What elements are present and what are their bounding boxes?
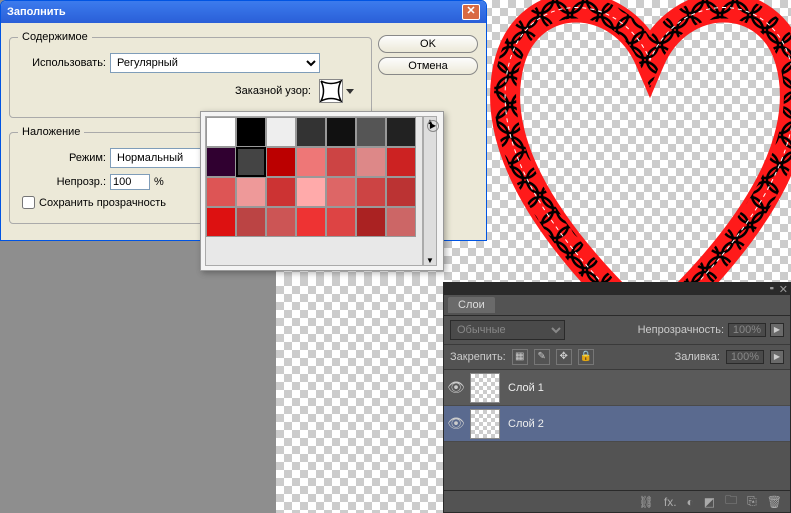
pattern-swatch[interactable] xyxy=(296,177,326,207)
ok-button[interactable]: OK xyxy=(378,35,478,53)
visibility-eye-icon[interactable]: 👁 xyxy=(444,415,468,432)
trash-icon[interactable]: 🗑 xyxy=(767,495,782,509)
folder-icon[interactable]: 🗀 xyxy=(725,491,737,512)
layer-thumbnail[interactable] xyxy=(470,409,500,439)
dialog-titlebar[interactable]: Заполнить ✕ xyxy=(1,1,486,23)
layer-name[interactable]: Слой 1 xyxy=(502,382,544,394)
layer-thumbnail[interactable] xyxy=(470,373,500,403)
mode-label: Режим: xyxy=(18,152,106,164)
layer-name[interactable]: Слой 2 xyxy=(502,418,544,430)
flyout-menu-icon[interactable]: ▶ xyxy=(427,120,439,132)
layer-row[interactable]: 👁 Слой 2 xyxy=(444,406,790,442)
opacity-flyout-icon[interactable]: ▶ xyxy=(770,323,784,337)
pattern-swatch[interactable] xyxy=(236,117,266,147)
pattern-swatch[interactable] xyxy=(266,207,296,237)
visibility-eye-icon[interactable]: 👁 xyxy=(444,379,468,396)
use-select[interactable]: Регулярный xyxy=(110,53,320,73)
pattern-picker-panel: ▶ xyxy=(200,111,444,271)
pattern-swatch[interactable] xyxy=(386,117,416,147)
opacity-input[interactable] xyxy=(110,174,150,190)
content-fieldset: Содержимое Использовать: Регулярный Зака… xyxy=(9,31,372,118)
fill-value[interactable]: 100% xyxy=(726,350,764,364)
fill-label: Заливка: xyxy=(675,351,720,363)
pattern-swatch[interactable] xyxy=(326,147,356,177)
pattern-swatch[interactable] xyxy=(386,177,416,207)
panel-close-icon[interactable]: ✕ xyxy=(779,283,788,296)
lock-paint-icon[interactable]: ✎ xyxy=(534,349,550,365)
pattern-swatch-button[interactable] xyxy=(319,79,343,103)
pattern-swatch[interactable] xyxy=(236,177,266,207)
adjustment-icon[interactable]: ◩ xyxy=(704,495,715,509)
layer-row[interactable]: 👁 Слой 1 xyxy=(444,370,790,406)
custom-pattern-label: Заказной узор: xyxy=(223,85,311,97)
pattern-swatch[interactable] xyxy=(356,207,386,237)
pattern-swatch[interactable] xyxy=(206,147,236,177)
opacity-unit: % xyxy=(154,176,164,188)
pattern-scrollbar[interactable] xyxy=(423,116,437,266)
blend-mode-select[interactable]: Обычные xyxy=(450,320,565,340)
pattern-swatch[interactable] xyxy=(326,177,356,207)
pattern-swatch[interactable] xyxy=(236,147,266,177)
overlay-legend: Наложение xyxy=(18,126,84,138)
panel-topbar[interactable]: ▪▪ ✕ xyxy=(444,283,790,295)
pattern-swatch[interactable] xyxy=(236,207,266,237)
layers-panel: ▪▪ ✕ Слои Обычные Непрозрачность: 100% ▶… xyxy=(443,282,791,513)
pattern-swatch[interactable] xyxy=(266,177,296,207)
pattern-swatch[interactable] xyxy=(356,117,386,147)
pattern-swatch[interactable] xyxy=(356,147,386,177)
layer-opacity-label: Непрозрачность: xyxy=(638,324,724,336)
panel-menu-icon[interactable]: ▪▪ xyxy=(770,283,772,293)
link-layers-icon[interactable]: ⛓ xyxy=(639,495,654,509)
pattern-swatch[interactable] xyxy=(356,177,386,207)
pattern-swatch[interactable] xyxy=(296,207,326,237)
pattern-swatch[interactable] xyxy=(266,117,296,147)
close-icon[interactable]: ✕ xyxy=(462,4,480,20)
fill-flyout-icon[interactable]: ▶ xyxy=(770,350,784,364)
preserve-label: Сохранить прозрачность xyxy=(39,197,166,209)
lock-transparency-icon[interactable]: ▦ xyxy=(512,349,528,365)
pattern-swatch[interactable] xyxy=(206,117,236,147)
mask-icon[interactable]: ◐ xyxy=(687,495,694,509)
pattern-swatch[interactable] xyxy=(326,117,356,147)
pattern-swatch[interactable] xyxy=(326,207,356,237)
content-legend: Содержимое xyxy=(18,31,92,43)
use-label: Использовать: xyxy=(18,57,106,69)
pattern-grid-scroll xyxy=(205,116,423,266)
layers-tab[interactable]: Слои xyxy=(448,297,495,313)
pattern-swatch[interactable] xyxy=(296,147,326,177)
dialog-title: Заполнить xyxy=(7,6,66,18)
pattern-swatch[interactable] xyxy=(206,207,236,237)
preserve-transparency-checkbox[interactable] xyxy=(22,196,35,209)
new-layer-icon[interactable]: ⎘ xyxy=(747,494,757,509)
pattern-swatch[interactable] xyxy=(386,147,416,177)
layers-footer: ⛓ fx. ◐ ◩ 🗀 ⎘ 🗑 xyxy=(444,490,790,512)
pattern-swatch[interactable] xyxy=(206,177,236,207)
pattern-swatch[interactable] xyxy=(296,117,326,147)
cancel-button[interactable]: Отмена xyxy=(378,57,478,75)
lock-move-icon[interactable]: ✥ xyxy=(556,349,572,365)
lock-label: Закрепить: xyxy=(450,351,506,363)
pattern-swatch[interactable] xyxy=(266,147,296,177)
opacity-label: Непрозр.: xyxy=(18,176,106,188)
fx-icon[interactable]: fx. xyxy=(664,495,677,509)
lock-all-icon[interactable]: 🔒 xyxy=(578,349,594,365)
canvas-checkerboard-2 xyxy=(276,278,444,513)
layer-opacity-value[interactable]: 100% xyxy=(728,323,766,337)
pattern-swatch[interactable] xyxy=(386,207,416,237)
